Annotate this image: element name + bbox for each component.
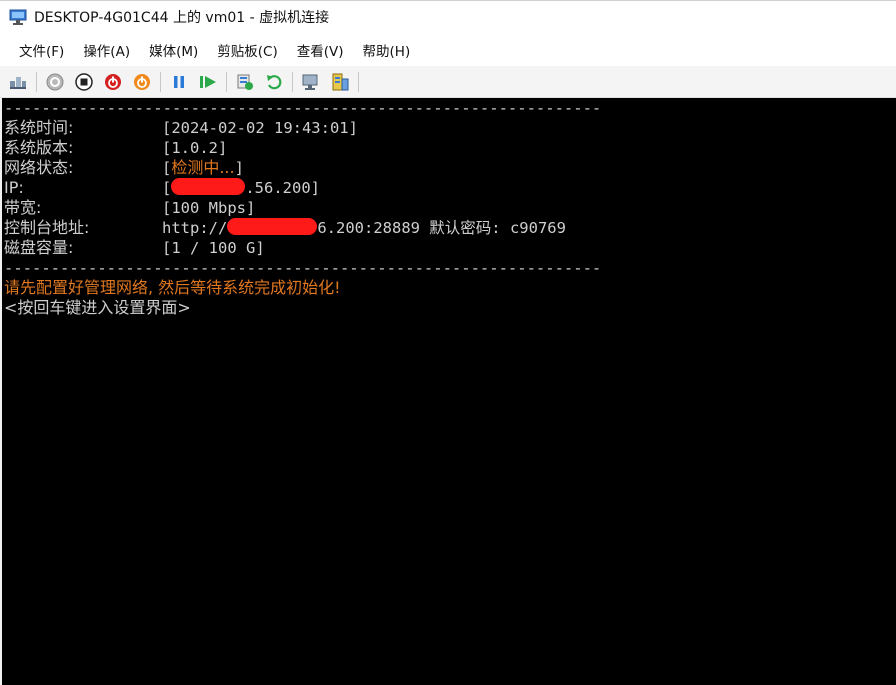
toolbar-separator <box>358 71 359 92</box>
ip-label: IP: <box>4 178 24 197</box>
version-value: [1.0.2] <box>162 139 228 157</box>
toolbar <box>0 66 896 98</box>
vm-monitor-icon <box>9 9 27 25</box>
toolbar-separator <box>36 71 37 92</box>
console-address-redaction-mark <box>227 218 318 235</box>
disk-row: 磁盘容量: [1 / 100 G] <box>4 238 704 258</box>
menu-help[interactable]: 帮助(H) <box>354 40 420 60</box>
system-time-label: 系统时间: <box>4 118 74 137</box>
console-address-prefix: http:// <box>162 219 228 237</box>
enter-setup-prompt: <按回车键进入设置界面> <box>4 298 191 317</box>
bandwidth-value: [100 Mbps] <box>162 199 256 217</box>
network-label: 网络状态: <box>4 158 74 177</box>
toolbar-separator <box>292 71 293 92</box>
console-address-row: 控制台地址: http:// 6.200:28889 默认密码: c90769 <box>4 218 764 238</box>
menu-bar: 文件(F) 操作(A) 媒体(M) 剪贴板(C) 查看(V) 帮助(H) <box>0 33 896 66</box>
network-status: 检测中... <box>171 158 235 177</box>
enhanced-session-icon[interactable] <box>300 71 322 93</box>
console-address-suffix: 6.200:28889 默认密码: c90769 <box>317 219 566 237</box>
network-close-bracket: ] <box>234 159 244 177</box>
title-bar: DESKTOP-4G01C44 上的 vm01 - 虚拟机连接 <box>0 0 896 33</box>
ip-redaction-mark <box>171 178 246 195</box>
system-time-value: [2024-02-02 19:43:01] <box>162 119 358 137</box>
init-warning-message: 请先配置好管理网络, 然后等待系统完成初始化! <box>4 278 341 297</box>
version-row: 系统版本: [1.0.2] <box>4 138 704 158</box>
power-icon[interactable] <box>131 71 153 93</box>
share-icon[interactable] <box>329 71 351 93</box>
ip-row: IP: [ .56.200] <box>4 178 704 198</box>
console-divider-top: ----------------------------------------… <box>4 99 602 117</box>
vm-console[interactable]: ----------------------------------------… <box>2 98 896 685</box>
menu-media[interactable]: 媒体(M) <box>140 40 207 60</box>
menu-clipboard[interactable]: 剪贴板(C) <box>208 40 286 60</box>
shutdown-icon[interactable] <box>102 71 124 93</box>
menu-action[interactable]: 操作(A) <box>74 40 139 60</box>
console-divider-bottom: ----------------------------------------… <box>4 259 602 277</box>
revert-icon[interactable] <box>263 71 285 93</box>
bandwidth-label: 带宽: <box>4 198 42 217</box>
disk-label: 磁盘容量: <box>4 238 74 257</box>
resume-icon[interactable] <box>197 71 219 93</box>
toolbar-separator <box>160 71 161 92</box>
bandwidth-row: 带宽: [100 Mbps] <box>4 198 704 218</box>
ctrl-alt-del-icon[interactable] <box>7 71 29 93</box>
console-address-label: 控制台地址: <box>4 218 90 237</box>
system-time-row: 系统时间: [2024-02-02 19:43:01] <box>4 118 704 138</box>
menu-file[interactable]: 文件(F) <box>10 40 73 60</box>
disk-value: [1 / 100 G] <box>162 239 265 257</box>
start-icon[interactable] <box>44 71 66 93</box>
network-value-wrapper: [检测中...] <box>162 158 244 178</box>
console-address-wrapper: http:// 6.200:28889 默认密码: c90769 <box>162 218 566 238</box>
ip-value-suffix: .56.200] <box>245 179 320 197</box>
checkpoint-icon[interactable] <box>234 71 256 93</box>
toolbar-separator <box>226 71 227 92</box>
pause-icon[interactable] <box>168 71 190 93</box>
ip-open-bracket: [ <box>162 179 172 197</box>
ip-value-wrapper: [ .56.200] <box>162 178 320 198</box>
turn-off-icon[interactable] <box>73 71 95 93</box>
version-label: 系统版本: <box>4 138 74 157</box>
network-row: 网络状态: [检测中...] <box>4 158 704 178</box>
network-open-bracket: [ <box>162 159 172 177</box>
window-title: DESKTOP-4G01C44 上的 vm01 - 虚拟机连接 <box>34 10 330 26</box>
menu-view[interactable]: 查看(V) <box>288 40 353 60</box>
